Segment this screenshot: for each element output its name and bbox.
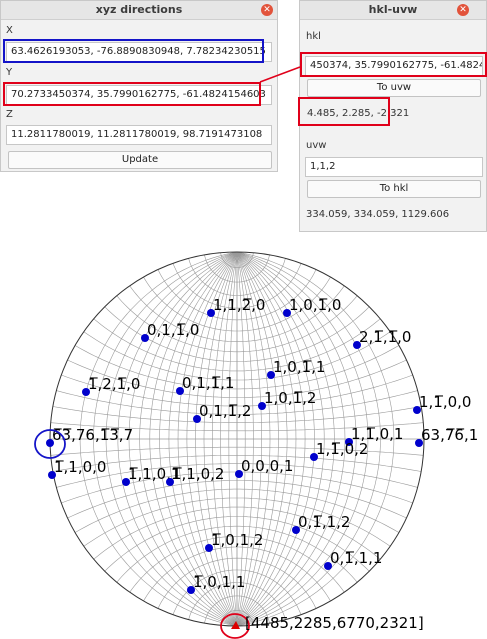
pole-label: 0,1,1̅,1 — [182, 374, 234, 392]
pole-label: 0,1̅,1,1 — [330, 549, 382, 567]
y-field-red-highlight — [3, 82, 261, 106]
uvw-field[interactable]: 1,1,2 — [305, 157, 483, 177]
close-icon[interactable]: ✕ — [261, 4, 273, 16]
pole-label: 0,1,1̅,2 — [199, 402, 251, 420]
y-label: Y — [6, 67, 13, 78]
uvw-label: uvw — [306, 140, 327, 151]
pole-label: 1,1̅,0,2 — [316, 440, 368, 458]
uvw-result-red-highlight — [298, 97, 390, 126]
z-label: Z — [6, 109, 13, 120]
pole-label: 0,1,1̅,0 — [147, 321, 199, 339]
x-field-blue-highlight — [3, 39, 264, 63]
xyz-window-title: xyz directions — [95, 3, 183, 16]
stereographic-projection: 1,1,2̅,0 1,0,1̅,0 0,1,1̅,0 2,1̅,1̅,0 1,0,1̅,… — [34, 251, 478, 639]
close-icon[interactable]: ✕ — [457, 4, 469, 16]
pole-label: 1̅,0,1,2 — [211, 531, 263, 549]
pole-label: 0,0,0,1 — [241, 457, 293, 475]
pole-label: 1,0,1̅,1 — [273, 358, 325, 376]
hkl-result-text: 334.059, 334.059, 1129.606 — [306, 209, 450, 220]
hkl-label: hkl — [306, 31, 321, 42]
pole-label: 1,1̅,0,0 — [419, 393, 471, 411]
update-button[interactable]: Update — [8, 151, 272, 169]
xyz-titlebar[interactable]: xyz directions ✕ — [1, 1, 277, 20]
to-hkl-button[interactable]: To hkl — [307, 180, 481, 198]
pole-label: 1,0,1̅,0 — [289, 296, 341, 314]
pole-label: 1̅,2,1̅,0 — [88, 375, 140, 393]
pole-label: 1̅,1,0,0 — [54, 458, 106, 476]
x-label: X — [6, 25, 13, 36]
hkl-field-red-highlight — [300, 52, 487, 77]
pole-label: 0,1̅,1,2 — [298, 513, 350, 531]
z-direction-field[interactable]: 11.2811780019, 11.2811780019, 98.7191473… — [6, 125, 272, 145]
pole-label: 2,1̅,1̅,0 — [359, 328, 411, 346]
pole-label: 1,0,1̅,2 — [264, 389, 316, 407]
to-uvw-button[interactable]: To uvw — [307, 79, 481, 97]
pole-label: 63,7̅6̅,1 — [421, 426, 478, 444]
projection-label: [4485,2285,6770,2321] — [245, 614, 424, 632]
pole-label: 1̅,0,1,1 — [193, 573, 245, 591]
pole-markers: 1,1,2̅,0 1,0,1̅,0 0,1,1̅,0 2,1̅,1̅,0 1,0,1̅,… — [46, 296, 478, 594]
pole-label: 1,1,2̅,0 — [213, 296, 265, 314]
pole-label: 1̅,1,0,2 — [172, 465, 224, 483]
hkl-titlebar[interactable]: hkl-uvw ✕ — [300, 1, 486, 20]
